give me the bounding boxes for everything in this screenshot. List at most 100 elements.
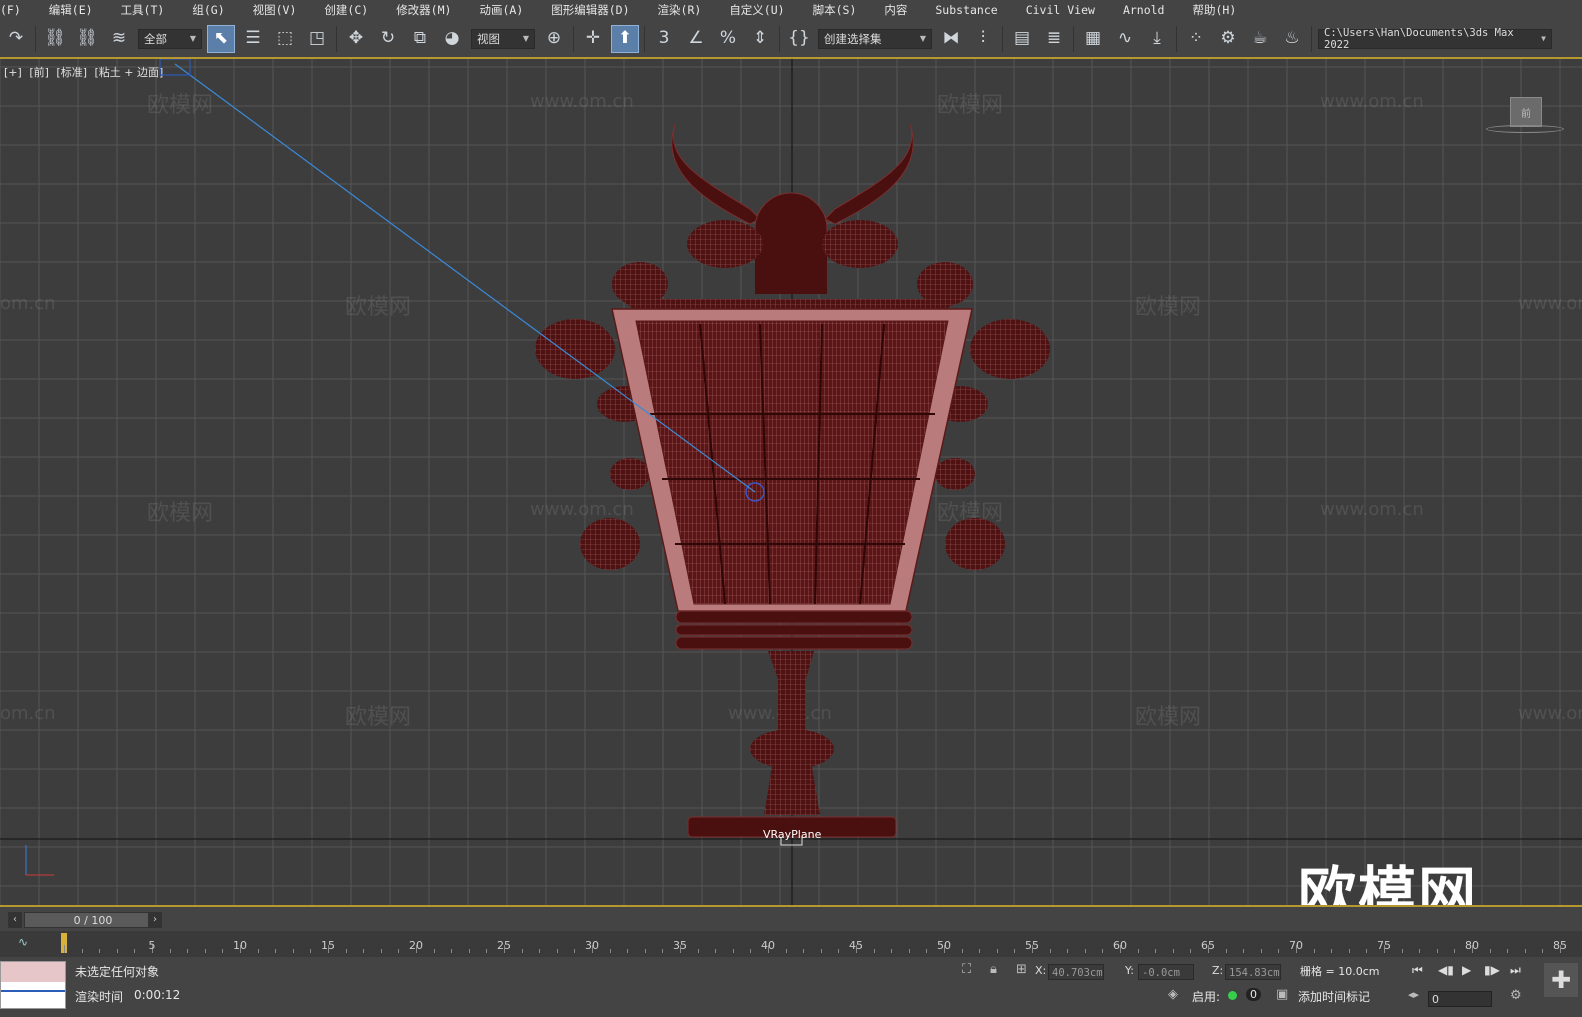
selection-filter-dropdown[interactable]: 全部 ▼ bbox=[138, 28, 202, 49]
menu-item-15[interactable]: Arnold bbox=[1109, 0, 1179, 20]
render-icon[interactable]: ♨ bbox=[1278, 25, 1306, 53]
snap-3-icon[interactable]: 3 bbox=[650, 25, 678, 53]
time-tag-icon[interactable]: ▣ bbox=[1276, 987, 1288, 1002]
track-tick bbox=[1014, 949, 1016, 953]
mini-curve-editor-icon[interactable]: ∿ bbox=[18, 935, 28, 949]
track-tick bbox=[1102, 949, 1104, 953]
select-by-name-icon[interactable]: ☰ bbox=[239, 25, 267, 53]
redo-icon[interactable]: ↷ bbox=[2, 25, 30, 53]
rect-select-icon[interactable]: ⬚ bbox=[271, 25, 299, 53]
menu-item-3[interactable]: 组(G) bbox=[178, 0, 238, 20]
toolbar-separator bbox=[1311, 25, 1312, 52]
menu-item-6[interactable]: 修改器(M) bbox=[382, 0, 465, 20]
adaptive-degradation-icon[interactable]: ◈ bbox=[1168, 987, 1178, 1002]
unlink-icon[interactable]: ⛓ bbox=[73, 25, 101, 53]
track-tick bbox=[204, 949, 206, 953]
named-selection-dropdown[interactable]: 创建选择集 ▼ bbox=[818, 28, 932, 49]
menu-item-13[interactable]: Substance bbox=[921, 0, 1011, 20]
scene-explorer-icon[interactable]: ▤ bbox=[1008, 25, 1036, 53]
render-setup-icon[interactable]: ⚙ bbox=[1214, 25, 1242, 53]
time-config-icon[interactable]: ⚙ bbox=[1510, 988, 1522, 1003]
play-icon[interactable]: ▶ bbox=[1462, 963, 1471, 977]
time-slider[interactable]: 0 / 100 bbox=[24, 912, 162, 928]
keyboard-shortcut-icon[interactable]: ⬆ bbox=[611, 24, 639, 53]
menu-item-12[interactable]: 内容 bbox=[870, 0, 921, 20]
enabled-count-badge: 0 bbox=[1246, 988, 1261, 1001]
link-icon[interactable]: ⛓ bbox=[41, 25, 69, 53]
menu-item-16[interactable]: 帮助(H) bbox=[1178, 0, 1250, 20]
listener-input-area[interactable] bbox=[1, 962, 65, 982]
placement-icon[interactable]: ◕ bbox=[438, 25, 466, 53]
menu-item-0[interactable]: (F) bbox=[0, 0, 35, 20]
schematic-view-icon[interactable]: ⤓ bbox=[1143, 25, 1171, 53]
angle-snap-icon[interactable]: ∠ bbox=[682, 25, 710, 53]
pivot-icon[interactable]: ⊕ bbox=[540, 25, 568, 53]
isolate-selection-icon[interactable]: ⛶ bbox=[962, 962, 971, 977]
go-to-end-icon[interactable]: ⏭ bbox=[1510, 963, 1521, 978]
menu-item-9[interactable]: 渲染(R) bbox=[644, 0, 716, 20]
prev-key-icon[interactable]: ◀▮ bbox=[1438, 963, 1454, 977]
menu-item-10[interactable]: 自定义(U) bbox=[715, 0, 798, 20]
toolbar-separator bbox=[573, 25, 574, 52]
manipulate-icon[interactable]: ✛ bbox=[579, 25, 607, 53]
track-tick bbox=[961, 949, 963, 953]
track-tick bbox=[627, 949, 629, 953]
menu-bar: (F) 编辑(E) 工具(T) 组(G) 视图(V) 创建(C) 修改器(M) 动画(A) 图形… bbox=[0, 0, 1582, 20]
menu-item-14[interactable]: Civil View bbox=[1012, 0, 1109, 20]
lock-selection-icon[interactable]: 🔒︎ bbox=[990, 962, 997, 977]
reference-coord-value: 视图 bbox=[477, 31, 500, 46]
next-key-icon[interactable]: ▮▶ bbox=[1484, 963, 1500, 977]
track-tick-label: 65 bbox=[1201, 939, 1215, 952]
project-path-dropdown[interactable]: C:\Users\Han\Documents\3ds Max 2022 ▼ bbox=[1318, 27, 1552, 51]
current-frame-field[interactable]: 0 bbox=[1428, 991, 1492, 1007]
go-to-start-icon[interactable]: ⏮ bbox=[1412, 963, 1423, 978]
menu-item-7[interactable]: 动画(A) bbox=[465, 0, 537, 20]
window-crossing-icon[interactable]: ◳ bbox=[303, 25, 331, 53]
bind-spacewarp-icon[interactable]: ≋ bbox=[105, 25, 133, 53]
listener-divider bbox=[1, 990, 65, 992]
add-time-tag-button[interactable]: 添加时间标记 bbox=[1298, 988, 1370, 1005]
menu-item-5[interactable]: 创建(C) bbox=[310, 0, 382, 20]
toolbar-separator bbox=[1073, 25, 1074, 52]
viewcube[interactable]: 前 bbox=[1510, 97, 1542, 127]
edit-named-sel-icon[interactable]: {} bbox=[785, 25, 813, 53]
lantern-model[interactable] bbox=[0, 59, 1582, 907]
next-frame-arrow-icon[interactable]: › bbox=[148, 912, 162, 928]
ribbon-icon[interactable]: ▦ bbox=[1079, 25, 1107, 53]
render-frame-icon[interactable]: ☕ bbox=[1246, 25, 1274, 53]
x-coord-field[interactable]: 40.703cm bbox=[1048, 964, 1104, 980]
select-object-icon[interactable]: ⬉ bbox=[207, 24, 235, 53]
track-bar[interactable]: ∿ 5 10 15 20 25 30 35 40 45 50 55 60 65 70 75 80 85 bbox=[0, 931, 1582, 957]
scale-icon[interactable]: ⧉ bbox=[406, 25, 434, 53]
rotate-icon[interactable]: ↻ bbox=[374, 25, 402, 53]
menu-item-2[interactable]: 工具(T) bbox=[107, 0, 179, 20]
curve-editor-icon[interactable]: ∿ bbox=[1111, 25, 1139, 53]
y-coord-field[interactable]: -0.0cm bbox=[1138, 964, 1194, 980]
menu-item-8[interactable]: 图形编辑器(D) bbox=[537, 0, 643, 20]
move-icon[interactable]: ✥ bbox=[342, 25, 370, 53]
spinner-snap-icon[interactable]: ⇕ bbox=[746, 25, 774, 53]
track-tick bbox=[785, 949, 787, 953]
align-icon[interactable]: ⫶ bbox=[969, 25, 997, 53]
mirror-icon[interactable]: ⧓ bbox=[937, 25, 965, 53]
track-tick bbox=[926, 949, 928, 953]
viewcube-ring[interactable] bbox=[1486, 125, 1564, 133]
absolute-mode-icon[interactable]: ⊞ bbox=[1016, 962, 1027, 977]
track-tick-label: 10 bbox=[233, 939, 247, 952]
percent-snap-icon[interactable]: % bbox=[714, 25, 742, 53]
menu-item-1[interactable]: 编辑(E) bbox=[35, 0, 107, 20]
material-editor-icon[interactable]: ⁘ bbox=[1182, 25, 1210, 53]
z-coord-field[interactable]: 154.83cm bbox=[1225, 964, 1281, 980]
reference-coord-dropdown[interactable]: 视图 ▼ bbox=[471, 28, 535, 49]
track-tick bbox=[873, 949, 875, 953]
front-viewport[interactable]: [+] [前] [标准] [粘土 + 边面] 欧模网 www.om.cn 欧模网… bbox=[0, 59, 1582, 907]
toolbar-separator bbox=[779, 25, 780, 52]
menu-item-11[interactable]: 脚本(S) bbox=[799, 0, 871, 20]
maxscript-mini-listener[interactable] bbox=[0, 961, 66, 1009]
add-button[interactable]: ✚ bbox=[1544, 963, 1578, 997]
track-tick-label: 25 bbox=[497, 939, 511, 952]
prev-frame-arrow-icon[interactable]: ‹ bbox=[8, 912, 22, 928]
menu-item-4[interactable]: 视图(V) bbox=[239, 0, 311, 20]
layer-explorer-icon[interactable]: ≣ bbox=[1040, 25, 1068, 53]
frame-spinner-icon[interactable]: ◂▸ bbox=[1408, 988, 1419, 1001]
